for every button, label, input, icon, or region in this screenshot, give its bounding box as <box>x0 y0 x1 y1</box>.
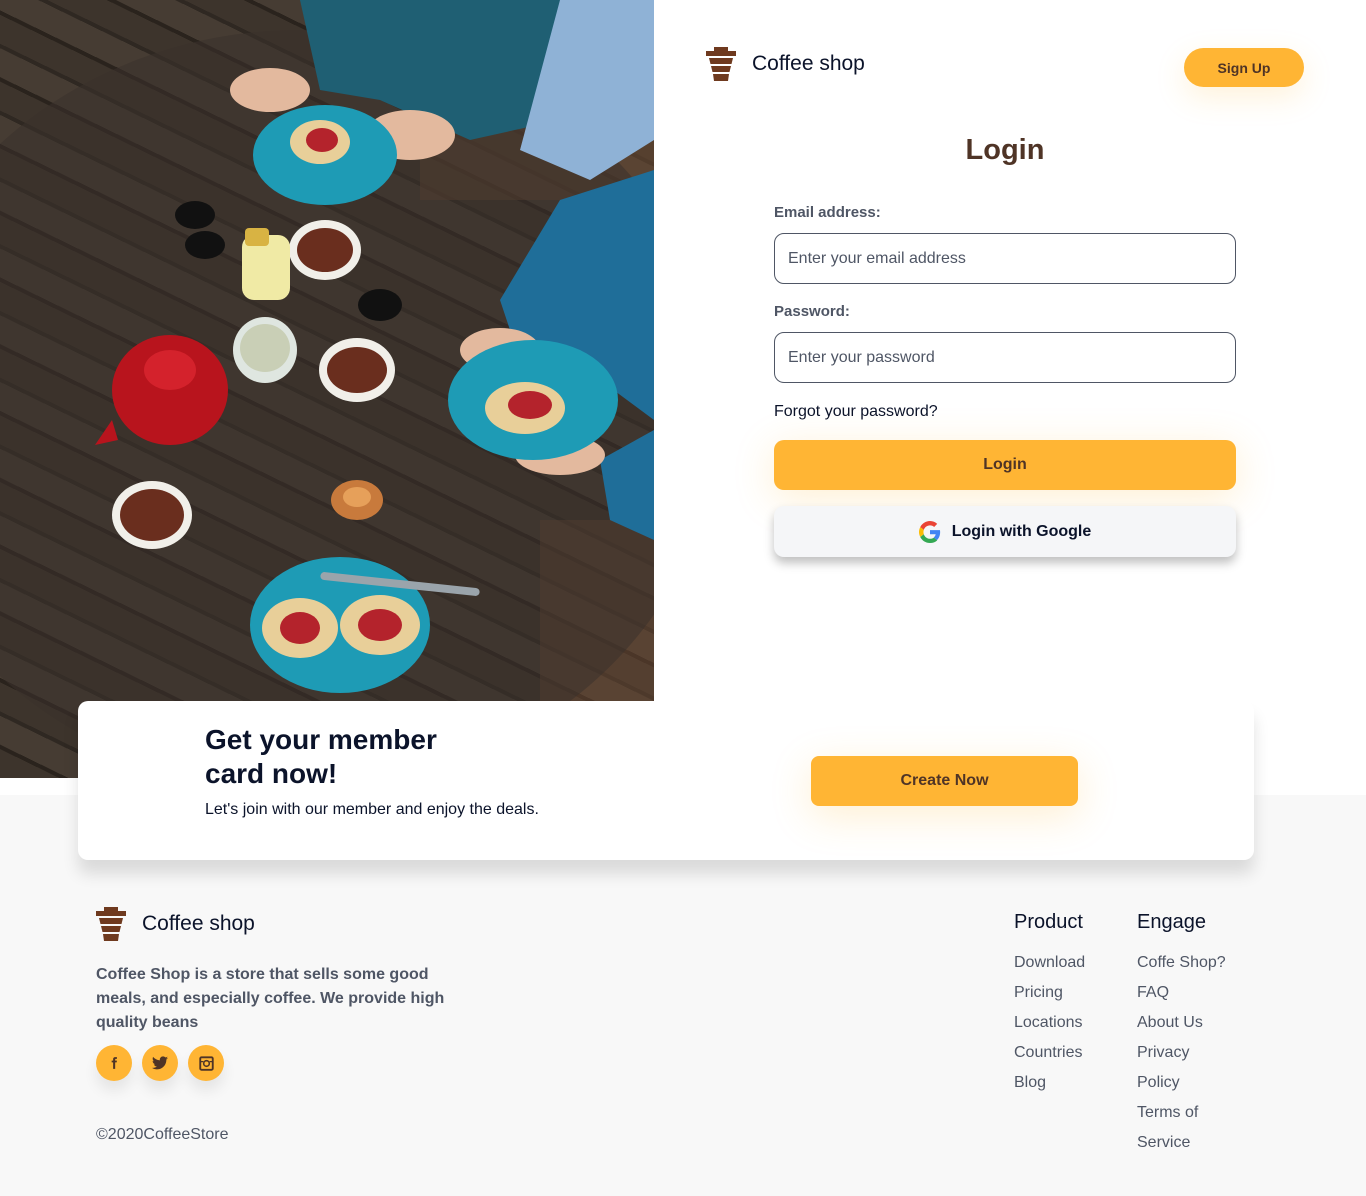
hero-photo <box>0 0 654 778</box>
footer-link-pricing[interactable]: Pricing <box>1014 978 1085 1008</box>
coffee-cup-icon <box>96 907 126 941</box>
password-label: Password: <box>774 303 850 320</box>
google-button-label: Login with Google <box>951 522 1092 540</box>
login-button[interactable]: Login <box>774 440 1236 490</box>
coffee-cup-icon <box>706 47 736 81</box>
copyright: ©2020CoffeeStore <box>96 1126 229 1143</box>
twitter-icon[interactable] <box>142 1045 178 1081</box>
footer-link-about-us[interactable]: About Us <box>1137 1008 1237 1038</box>
footer-brand-name: Coffee shop <box>142 912 255 935</box>
page-title: Login <box>965 134 1045 166</box>
footer-link-countries[interactable]: Countries <box>1014 1038 1085 1068</box>
login-with-google-button[interactable]: Login with Google <box>774 506 1236 557</box>
footer-link-locations[interactable]: Locations <box>1014 1008 1085 1038</box>
email-label: Email address: <box>774 204 881 221</box>
member-card-subtitle: Let's join with our member and enjoy the… <box>205 801 539 818</box>
signup-button[interactable]: Sign Up <box>1184 48 1304 87</box>
footer-link-blog[interactable]: Blog <box>1014 1068 1085 1098</box>
product-heading: Product <box>1014 911 1083 933</box>
social-links <box>96 1045 234 1081</box>
coffee-table-illustration <box>0 0 654 778</box>
footer-link-policy[interactable]: Policy <box>1137 1068 1237 1098</box>
footer-link-coffee-shop[interactable]: Coffe Shop? <box>1137 948 1237 978</box>
brand-name: Coffee shop <box>752 52 865 75</box>
brand-logo[interactable]: Coffee shop <box>706 47 865 81</box>
create-now-button[interactable]: Create Now <box>811 756 1078 806</box>
footer-engage-column: Engage Coffe Shop? FAQ About Us Privacy … <box>1137 911 1237 1158</box>
footer-product-column: Product Download Pricing Locations Count… <box>1014 911 1085 1098</box>
footer-link-download[interactable]: Download <box>1014 948 1085 978</box>
instagram-icon[interactable] <box>188 1045 224 1081</box>
google-icon <box>918 520 941 543</box>
engage-heading: Engage <box>1137 911 1206 933</box>
email-field[interactable] <box>774 233 1236 284</box>
member-card-banner: Get your member card now! Let's join wit… <box>78 701 1254 860</box>
member-card-title: Get your member card now! <box>205 724 437 789</box>
password-field[interactable] <box>774 332 1236 383</box>
footer-brand-logo[interactable]: Coffee shop <box>96 907 255 941</box>
footer-description: Coffee Shop is a store that sells some g… <box>96 966 445 1031</box>
forgot-password-link[interactable]: Forgot your password? <box>774 403 938 421</box>
facebook-icon[interactable] <box>96 1045 132 1081</box>
footer-link-service[interactable]: Service <box>1137 1128 1237 1158</box>
footer-link-privacy[interactable]: Privacy <box>1137 1038 1237 1068</box>
footer-link-faq[interactable]: FAQ <box>1137 978 1237 1008</box>
footer-link-terms-of[interactable]: Terms of <box>1137 1098 1237 1128</box>
